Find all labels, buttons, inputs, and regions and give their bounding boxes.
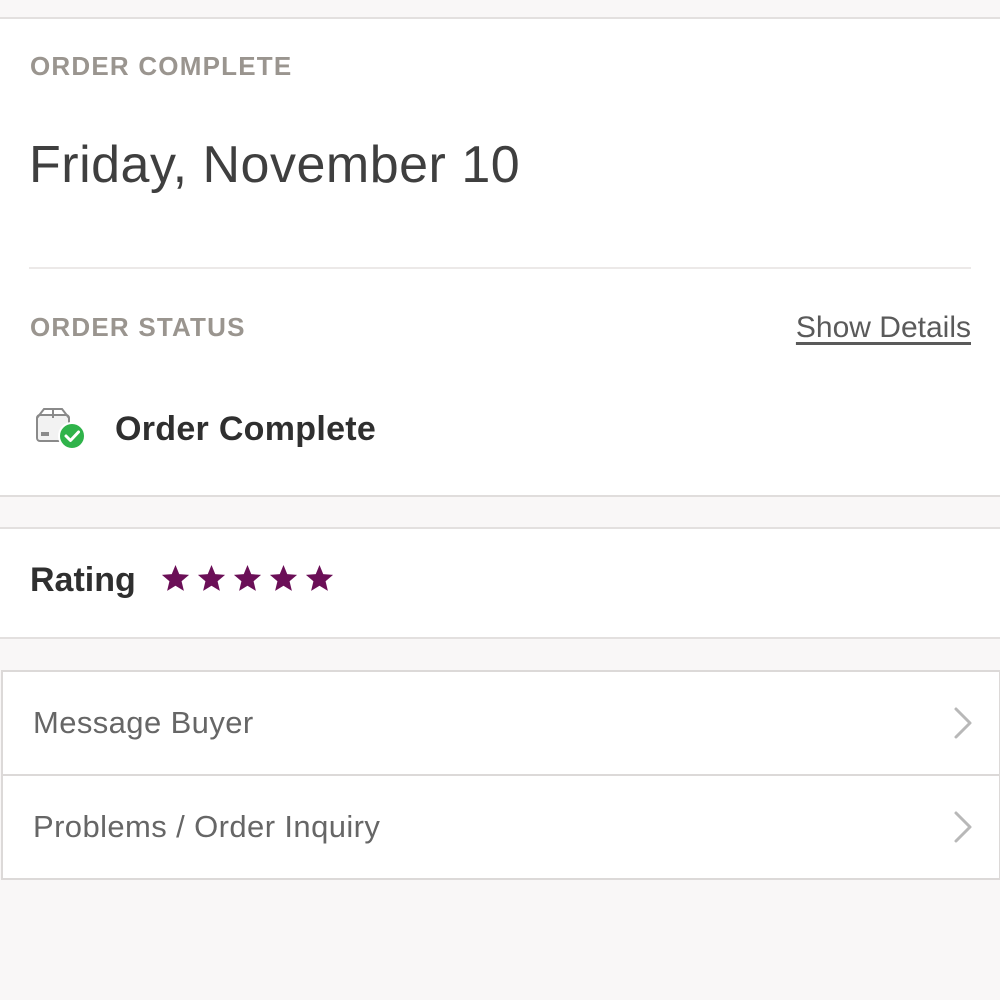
rating-card: Rating	[0, 527, 1000, 639]
order-status-text: Order Complete	[115, 409, 377, 448]
star-icon	[197, 564, 226, 591]
rating-label: Rating	[30, 561, 136, 599]
order-card: ORDER COMPLETE Friday, November 10 ORDER…	[0, 19, 1000, 497]
order-date: Friday, November 10	[29, 136, 521, 194]
order-status-row: Order Complete	[34, 399, 376, 459]
top-strip	[0, 0, 1000, 19]
star-icon	[269, 564, 298, 591]
order-complete-heading: ORDER COMPLETE	[30, 51, 293, 81]
action-menu: Message Buyer Problems / Order Inquiry	[1, 670, 1000, 880]
star-icon	[305, 564, 334, 591]
divider	[29, 267, 971, 269]
star-icon	[161, 564, 190, 591]
chevron-right-icon	[954, 707, 972, 739]
chevron-right-icon	[954, 811, 972, 843]
message-buyer-item[interactable]: Message Buyer	[3, 672, 999, 774]
message-buyer-label: Message Buyer	[33, 705, 254, 740]
package-complete-icon	[34, 405, 88, 453]
show-details-link[interactable]: Show Details	[796, 311, 971, 345]
star-icon	[233, 564, 262, 591]
section-gap	[0, 497, 1000, 527]
order-inquiry-item[interactable]: Problems / Order Inquiry	[3, 774, 999, 878]
order-inquiry-label: Problems / Order Inquiry	[33, 809, 381, 844]
rating-stars	[160, 563, 335, 594]
order-status-heading: ORDER STATUS	[30, 312, 246, 342]
